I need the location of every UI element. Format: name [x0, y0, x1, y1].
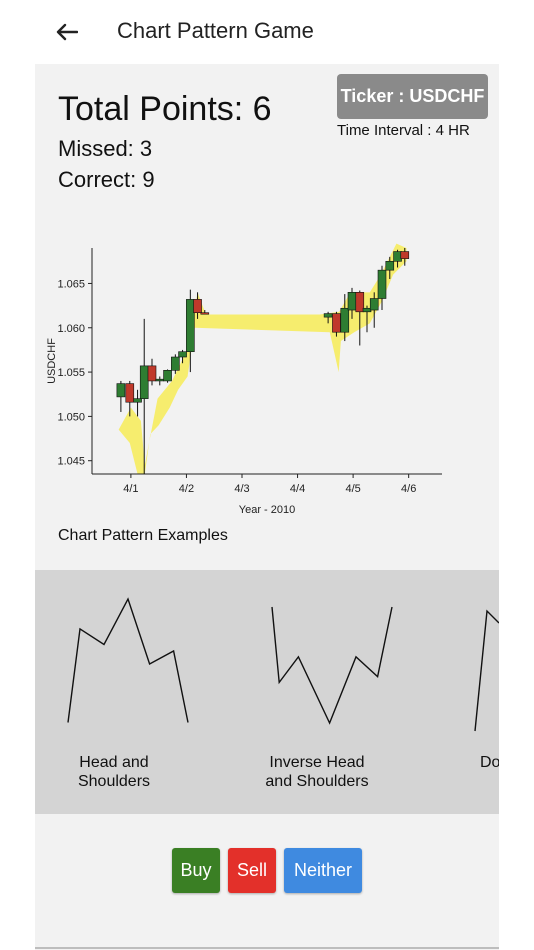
candle-body	[347, 292, 357, 311]
candle-body	[186, 299, 195, 352]
x-tick-label: 4/6	[401, 483, 416, 495]
total-points: Total Points: 6	[58, 90, 272, 128]
x-tick-label: 4/5	[345, 483, 360, 495]
candle-body	[369, 298, 379, 311]
ticker-button[interactable]: Ticker : USDCHF	[337, 74, 488, 119]
candle-body	[171, 356, 180, 371]
missed-count: Missed: 3	[58, 136, 153, 161]
pattern-examples-strip[interactable]: Head and Shoulders Inverse Head and Shou…	[35, 570, 499, 814]
candle-body	[147, 365, 157, 382]
candle-body	[200, 312, 210, 315]
y-axis-label: USDCHF	[46, 338, 58, 384]
candle-body	[355, 292, 365, 313]
pattern-sketch-line	[474, 609, 499, 732]
candle-body	[125, 383, 135, 403]
pattern-label: Do	[480, 754, 499, 771]
pattern-label: Head and Shoulders	[77, 754, 151, 790]
y-tick-label: 1.055	[57, 367, 85, 379]
neither-button[interactable]: Neither	[284, 848, 362, 893]
candle-body	[178, 351, 187, 358]
app-bar: Chart Pattern Game	[0, 0, 534, 64]
page-title: Chart Pattern Game	[117, 18, 314, 43]
candle-body	[377, 269, 387, 299]
bottom-divider	[35, 947, 499, 949]
examples-title: Chart Pattern Examples	[58, 527, 228, 544]
correct-count: Correct: 9	[58, 167, 155, 192]
x-tick-label: 4/2	[179, 483, 194, 495]
candle-body	[400, 251, 410, 259]
pattern-label: Inverse Head and Shoulders	[265, 754, 369, 790]
x-tick-label: 4/4	[290, 483, 305, 495]
candle-body	[133, 398, 142, 403]
pattern-sketch-line	[271, 606, 393, 725]
y-tick-label: 1.060	[57, 323, 85, 335]
x-tick-label: 4/1	[123, 483, 138, 495]
candle-body	[332, 313, 341, 333]
time-interval: Time Interval : 4 HR	[337, 122, 470, 139]
candle-body	[155, 378, 165, 382]
candle-body	[393, 251, 402, 262]
buy-button[interactable]: Buy	[172, 848, 220, 893]
candle-body	[116, 383, 126, 398]
y-tick-label: 1.045	[57, 456, 85, 468]
candle-body	[193, 299, 202, 313]
price-chart: 1.045 1.050 1.055 1.060 1.065 4/1 4/2 4/3 4/4 4/5…	[46, 243, 442, 516]
candle-body	[340, 307, 350, 333]
arrow-left-icon[interactable]	[52, 16, 82, 48]
x-tick-label: 4/3	[234, 483, 249, 495]
action-buttons: Buy Sell Neither	[35, 848, 499, 894]
game-screen: Total Points: 6 Missed: 3 Correct: 9 Tic…	[35, 64, 499, 950]
candle-body	[362, 307, 372, 313]
candle-body	[163, 370, 172, 382]
sell-button[interactable]: Sell	[228, 848, 276, 893]
candle-body	[323, 313, 333, 318]
x-axis-label: Year - 2010	[239, 504, 295, 516]
candle-body	[385, 260, 395, 271]
pattern-sketch-line	[67, 597, 189, 723]
pattern-highlight	[118, 243, 407, 474]
y-tick-label: 1.065	[57, 278, 85, 290]
y-tick-label: 1.050	[57, 411, 85, 423]
candle-body	[139, 365, 149, 399]
